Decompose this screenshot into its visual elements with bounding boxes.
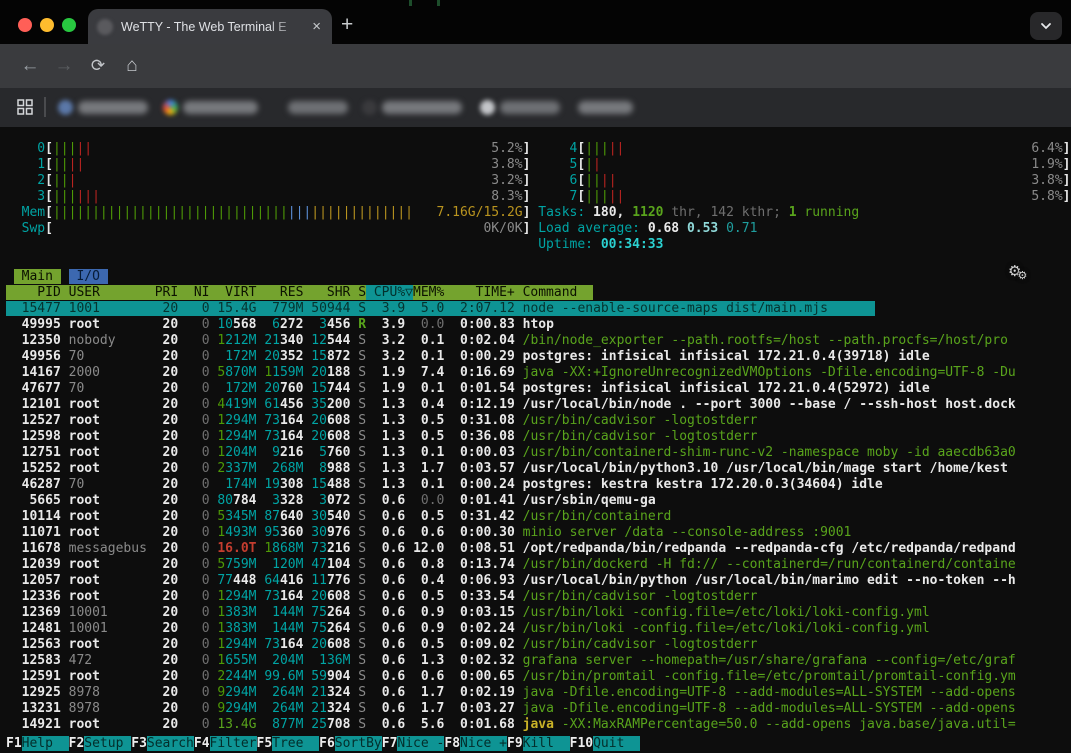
browser-tab[interactable]: WeTTY - The Web Terminal E × <box>88 9 332 44</box>
reload-icon[interactable]: ⟳ <box>88 56 108 76</box>
process-row-12101[interactable]: 12101 root 20 0 4419M 61456 35200 S 1.3 … <box>6 397 1071 413</box>
tab-title: WeTTY - The Web Terminal E <box>121 20 310 34</box>
process-row-12925[interactable]: 12925 8978 20 0 9294M 264M 21324 S 0.6 1… <box>6 685 1071 701</box>
process-table-header[interactable]: PID USER PRI NI VIRT RES SHR S CPU%▽MEM%… <box>6 285 1071 301</box>
new-tab-button[interactable]: + <box>341 13 353 37</box>
fkey-f6[interactable]: F6SortBy <box>319 736 382 751</box>
cpu-meter-row-1: 1[|||| 3.8%] 5[|| 1.9%] <box>6 157 1071 173</box>
process-row-13231[interactable]: 13231 8978 20 0 9294M 264M 21324 S 0.6 1… <box>6 701 1071 717</box>
bookmark-item-blurred[interactable] <box>78 101 148 114</box>
process-row-49995[interactable]: 49995 root 20 0 10568 6272 3456 R 3.9 0.… <box>6 317 1071 333</box>
process-row-5665[interactable]: 5665 root 20 0 80784 3328 3072 S 0.6 0.0… <box>6 493 1071 509</box>
window-controls <box>18 18 76 32</box>
process-row-12591[interactable]: 12591 root 20 0 2244M 99.6M 59904 S 0.6 … <box>6 669 1071 685</box>
cpu-meter-row-0: 0[||||| 5.2%] 4[||||| 6.4%] <box>6 141 1071 157</box>
blank-row <box>6 253 1071 269</box>
settings-gears-icon[interactable]: ⚙⚙ <box>1008 263 1027 284</box>
bookmarks-bar <box>0 88 1071 127</box>
bookmark-item-blurred[interactable] <box>288 101 348 114</box>
fkey-f4[interactable]: F4Filter <box>194 736 257 751</box>
process-row-10114[interactable]: 10114 root 20 0 5345M 87640 30540 S 0.6 … <box>6 509 1071 525</box>
browser-toolbar: ← → ⟳ ⌂ wetty.nexus-stack.ch ☆ ⋮ <box>0 44 1071 88</box>
minimize-window-button[interactable] <box>40 18 54 32</box>
process-row-12336[interactable]: 12336 root 20 0 1294M 73164 20608 S 0.6 … <box>6 589 1071 605</box>
selected-process-row: 15477 1001 20 0 15.4G 779M 50944 S 3.9 5… <box>6 301 875 316</box>
memory-meter-row: Mem[||||||||||||||||||||||||||||||||||||… <box>6 205 1071 221</box>
htop-tab-bar: Main I/O <box>6 269 1071 285</box>
browser-window: WeTTY - The Web Terminal E × + ← → ⟳ ⌂ w… <box>0 0 1071 753</box>
process-row-12350[interactable]: 12350 nobody 20 0 1212M 21340 12544 S 3.… <box>6 333 1071 349</box>
process-row-12598[interactable]: 12598 root 20 0 1294M 73164 20608 S 1.3 … <box>6 429 1071 445</box>
bookmark-item-blurred[interactable] <box>500 101 560 114</box>
home-icon[interactable]: ⌂ <box>122 56 142 76</box>
fkey-f8[interactable]: F8Nice + <box>444 736 507 751</box>
uptime-row: Uptime: 00:34:33 <box>6 237 1071 253</box>
fkey-f1[interactable]: F1Help <box>6 736 69 751</box>
process-row-12527[interactable]: 12527 root 20 0 1294M 73164 20608 S 1.3 … <box>6 413 1071 429</box>
tab-close-icon[interactable]: × <box>310 19 323 34</box>
htop-function-bar: F1Help F2Setup F3SearchF4FilterF5Tree F6… <box>6 736 640 752</box>
swap-meter-row: Swp[ 0K/0K] Load average: 0.68 0.53 0.71 <box>6 221 1071 237</box>
fkey-f3[interactable]: F3Search <box>131 736 194 751</box>
wetty-terminal[interactable]: 0[||||| 5.2%] 4[||||| 6.4%] 1[|||| 3.8%] <box>0 127 1071 753</box>
process-row-49956[interactable]: 49956 70 20 0 172M 20352 15872 S 3.2 0.1… <box>6 349 1071 365</box>
background-artifact <box>437 0 440 6</box>
cpu-meter-row-2: 2[||| 3.2%] 6[|||| 3.8%] <box>6 173 1071 189</box>
htop-tab-io[interactable]: I/O <box>69 269 108 284</box>
process-row-14167[interactable]: 14167 2000 20 0 5870M 1159M 20188 S 1.9 … <box>6 365 1071 381</box>
tab-search-button[interactable] <box>1030 12 1062 40</box>
bookmark-favicon-blurred[interactable] <box>163 100 178 115</box>
process-row-12481[interactable]: 12481 10001 20 0 1383M 144M 75264 S 0.6 … <box>6 621 1071 637</box>
htop-tab-main[interactable]: Main <box>14 269 61 284</box>
bookmark-favicon-blurred[interactable] <box>480 100 495 115</box>
chevron-down-icon <box>1039 19 1053 33</box>
bookmarks-separator <box>44 97 46 117</box>
fkey-f7[interactable]: F7Nice - <box>382 736 445 751</box>
bookmark-favicon-blurred[interactable] <box>58 100 73 115</box>
process-row-12369[interactable]: 12369 10001 20 0 1383M 144M 75264 S 0.6 … <box>6 605 1071 621</box>
back-icon[interactable]: ← <box>20 56 40 76</box>
process-row-12057[interactable]: 12057 root 20 0 77448 64416 11776 S 0.6 … <box>6 573 1071 589</box>
bookmark-item-blurred[interactable] <box>183 101 258 114</box>
process-row-11071[interactable]: 11071 root 20 0 1493M 95360 30976 S 0.6 … <box>6 525 1071 541</box>
fkey-f2[interactable]: F2Setup <box>69 736 132 751</box>
process-row-47677[interactable]: 47677 70 20 0 172M 20760 15744 S 1.9 0.1… <box>6 381 1071 397</box>
tab-favicon <box>97 19 113 35</box>
close-window-button[interactable] <box>18 18 32 32</box>
fkey-f9[interactable]: F9Kill <box>507 736 570 751</box>
process-row-12751[interactable]: 12751 root 20 0 1204M 9216 5760 S 1.3 0.… <box>6 445 1071 461</box>
fkey-f10[interactable]: F10Quit <box>570 736 640 751</box>
tab-strip: WeTTY - The Web Terminal E × + <box>0 0 1071 44</box>
bookmark-item-blurred[interactable] <box>382 101 462 114</box>
process-row-12039[interactable]: 12039 root 20 0 5759M 120M 47104 S 0.6 0… <box>6 557 1071 573</box>
process-row-46287[interactable]: 46287 70 20 0 174M 19308 15488 S 1.3 0.1… <box>6 477 1071 493</box>
process-row-15252[interactable]: 15252 root 20 0 2337M 268M 8988 S 1.3 1.… <box>6 461 1071 477</box>
cpu-meter-row-3: 3[|||||| 8.3%] 7[||||| 5.8%] <box>6 189 1071 205</box>
process-row-12583[interactable]: 12583 472 20 0 1655M 204M 136M S 0.6 1.3… <box>6 653 1071 669</box>
bookmark-item-blurred[interactable] <box>578 101 633 114</box>
process-row-14921[interactable]: 14921 root 20 0 13.4G 877M 25708 S 0.6 5… <box>6 717 1071 733</box>
process-row-11678[interactable]: 11678 messagebus 20 0 16.0T 1868M 73216 … <box>6 541 1071 557</box>
forward-icon[interactable]: → <box>54 56 74 76</box>
htop-output: 0[||||| 5.2%] 4[||||| 6.4%] 1[|||| 3.8%] <box>6 141 1071 733</box>
zoom-window-button[interactable] <box>62 18 76 32</box>
apps-grid-icon[interactable] <box>17 99 33 115</box>
background-artifact <box>409 0 412 6</box>
process-row-12563[interactable]: 12563 root 20 0 1294M 73164 20608 S 0.6 … <box>6 637 1071 653</box>
bookmark-favicon-blurred[interactable] <box>362 100 377 115</box>
process-row-15477[interactable]: 15477 1001 20 0 15.4G 779M 50944 S 3.9 5… <box>6 301 1071 317</box>
fkey-f5[interactable]: F5Tree <box>257 736 320 751</box>
